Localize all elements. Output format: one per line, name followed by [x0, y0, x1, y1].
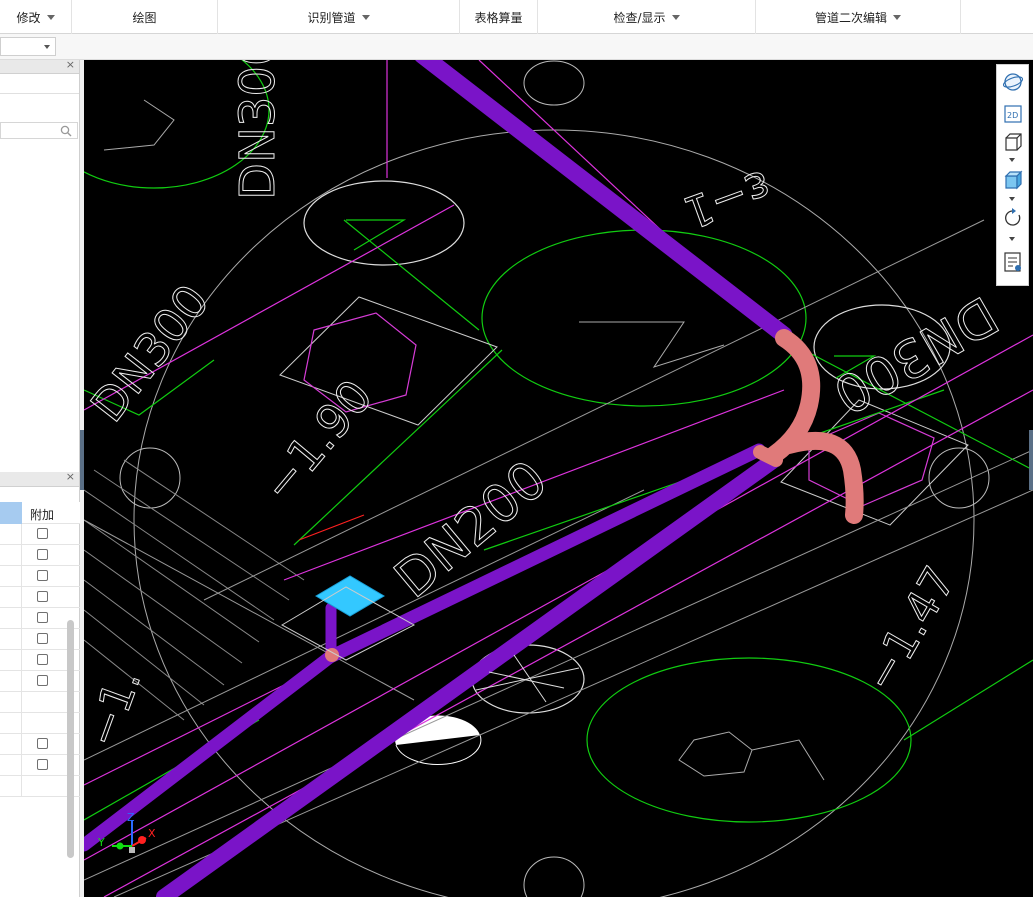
ribbon-group-modify[interactable]: 修改 [0, 0, 72, 34]
reducer-fitting[interactable] [753, 445, 783, 467]
table-cell[interactable] [0, 587, 22, 607]
view-toolbar: 2D [996, 64, 1029, 286]
table-cell[interactable] [0, 713, 22, 733]
panel-header: × [0, 470, 79, 487]
small-circle-left [119, 447, 181, 509]
orbit-icon[interactable] [1002, 71, 1024, 93]
small-circle-right [928, 447, 990, 509]
additional-checkbox[interactable] [37, 591, 48, 602]
3d-viewport[interactable]: DN300 DN300 DN200 DN300 −1.90 −1.47 −1. … [84, 60, 1033, 897]
small-circle-top [523, 60, 585, 106]
table-cell[interactable] [0, 650, 22, 670]
panel-toolbar [0, 73, 79, 94]
chevron-down-icon [893, 14, 901, 20]
chevron-down-icon[interactable] [1009, 237, 1015, 241]
additional-checkbox[interactable] [37, 612, 48, 623]
label-elevation-147: −1.47 [854, 558, 966, 700]
panel-header: × [0, 58, 79, 74]
secondary-toolbar [0, 34, 1033, 60]
green-circle-bottom [586, 657, 912, 823]
additional-checkbox[interactable] [37, 738, 48, 749]
ribbon-toolbar: 修改 绘图 识别管道 表格算量 检查/显示 管道二次编辑 [0, 0, 1033, 34]
additional-checkbox[interactable] [37, 759, 48, 770]
table-cell[interactable] [0, 608, 22, 628]
magenta-hexagon-right [808, 412, 935, 507]
table-cell[interactable] [0, 776, 22, 796]
close-icon[interactable]: × [66, 470, 75, 483]
grid-header-row: 附加 [0, 502, 80, 524]
right-splitter-handle[interactable] [1029, 430, 1033, 490]
table-cell[interactable] [0, 734, 22, 754]
rotate-icon[interactable] [1002, 207, 1024, 229]
ribbon-group-check-display-label: 检查/显示 [613, 10, 666, 25]
close-icon[interactable]: × [66, 58, 75, 71]
2d-view-icon[interactable]: 2D [1002, 103, 1024, 125]
table-row [0, 524, 80, 545]
pipe-network[interactable] [84, 60, 793, 897]
ribbon-group-pipe-edit[interactable]: 管道二次编辑 [756, 0, 961, 34]
chevron-down-icon [44, 45, 50, 49]
axis-label-y: Y [97, 836, 105, 849]
property-grid-scrollbar[interactable] [67, 620, 74, 858]
additional-checkbox[interactable] [37, 633, 48, 644]
svg-text:2D: 2D [1007, 111, 1018, 120]
floor-select[interactable] [0, 37, 56, 56]
additional-checkbox[interactable] [37, 549, 48, 560]
ribbon-group-table-calc[interactable]: 表格算量 [460, 0, 538, 34]
ribbon-group-identify-pipe-label: 识别管道 [307, 10, 356, 25]
chevron-down-icon [46, 14, 55, 20]
tree-panel: × [0, 58, 80, 472]
search-icon [60, 125, 72, 137]
left-splitter-handle[interactable] [80, 430, 84, 490]
ribbon-group-draw-label: 绘图 [132, 10, 157, 25]
grey-sketch-bottom [751, 739, 825, 781]
table-cell[interactable] [0, 566, 22, 586]
table-cell[interactable] [0, 692, 22, 712]
additional-checkbox[interactable] [37, 654, 48, 665]
additional-checkbox[interactable] [37, 528, 48, 539]
red-axis-line [298, 514, 365, 541]
panel-toolbar [0, 486, 79, 503]
additional-checkbox[interactable] [37, 675, 48, 686]
wireframe-box-icon[interactable] [1002, 131, 1024, 153]
display-settings-icon[interactable] [1002, 251, 1024, 273]
table-cell[interactable] [0, 545, 22, 565]
small-circle-bottom [523, 856, 585, 897]
table-row [0, 587, 80, 608]
grey-sketch-center [579, 321, 725, 368]
label-dn300-right: DN300 [823, 284, 1007, 425]
chevron-down-icon [361, 14, 370, 20]
chevron-down-icon[interactable] [1009, 158, 1015, 162]
ribbon-group-check-display[interactable]: 检查/显示 [538, 0, 756, 34]
ribbon-group-pipe-edit-label: 管道二次编辑 [814, 10, 887, 25]
axis-label-x: X [148, 827, 156, 840]
label-elevation-190: −1.90 [251, 369, 383, 512]
label-elevation-partial: −1. [84, 662, 151, 754]
ribbon-group-draw[interactable]: 绘图 [72, 0, 218, 34]
search-input[interactable] [0, 122, 78, 139]
table-row [0, 545, 80, 566]
table-cell[interactable] [0, 755, 22, 775]
axis-label-z: Z [127, 811, 135, 824]
grey-sketch-top-left [103, 99, 175, 151]
chevron-down-icon[interactable] [1009, 197, 1015, 201]
label-dn300-vertical: DN300 [230, 60, 286, 200]
cad-drawing[interactable]: DN300 DN300 DN200 DN300 −1.90 −1.47 −1. … [84, 60, 1033, 897]
table-cell[interactable] [0, 524, 22, 544]
table-cell[interactable] [0, 629, 22, 649]
table-row [0, 566, 80, 587]
ribbon-group-table-calc-label: 表格算量 [474, 10, 523, 25]
magenta-lines [84, 60, 1033, 897]
label-side-top: ε−1 [677, 160, 778, 238]
grid-header-selected-cell[interactable] [0, 502, 22, 524]
table-cell[interactable] [0, 671, 22, 691]
shaded-box-icon[interactable] [1002, 169, 1024, 191]
chevron-down-icon [671, 14, 680, 20]
grey-hexagon-bottom [678, 731, 753, 777]
additional-checkbox[interactable] [37, 570, 48, 581]
column-header-additional: 附加 [30, 508, 55, 522]
ribbon-group-modify-label: 修改 [16, 10, 41, 25]
ribbon-group-identify-pipe[interactable]: 识别管道 [218, 0, 460, 34]
